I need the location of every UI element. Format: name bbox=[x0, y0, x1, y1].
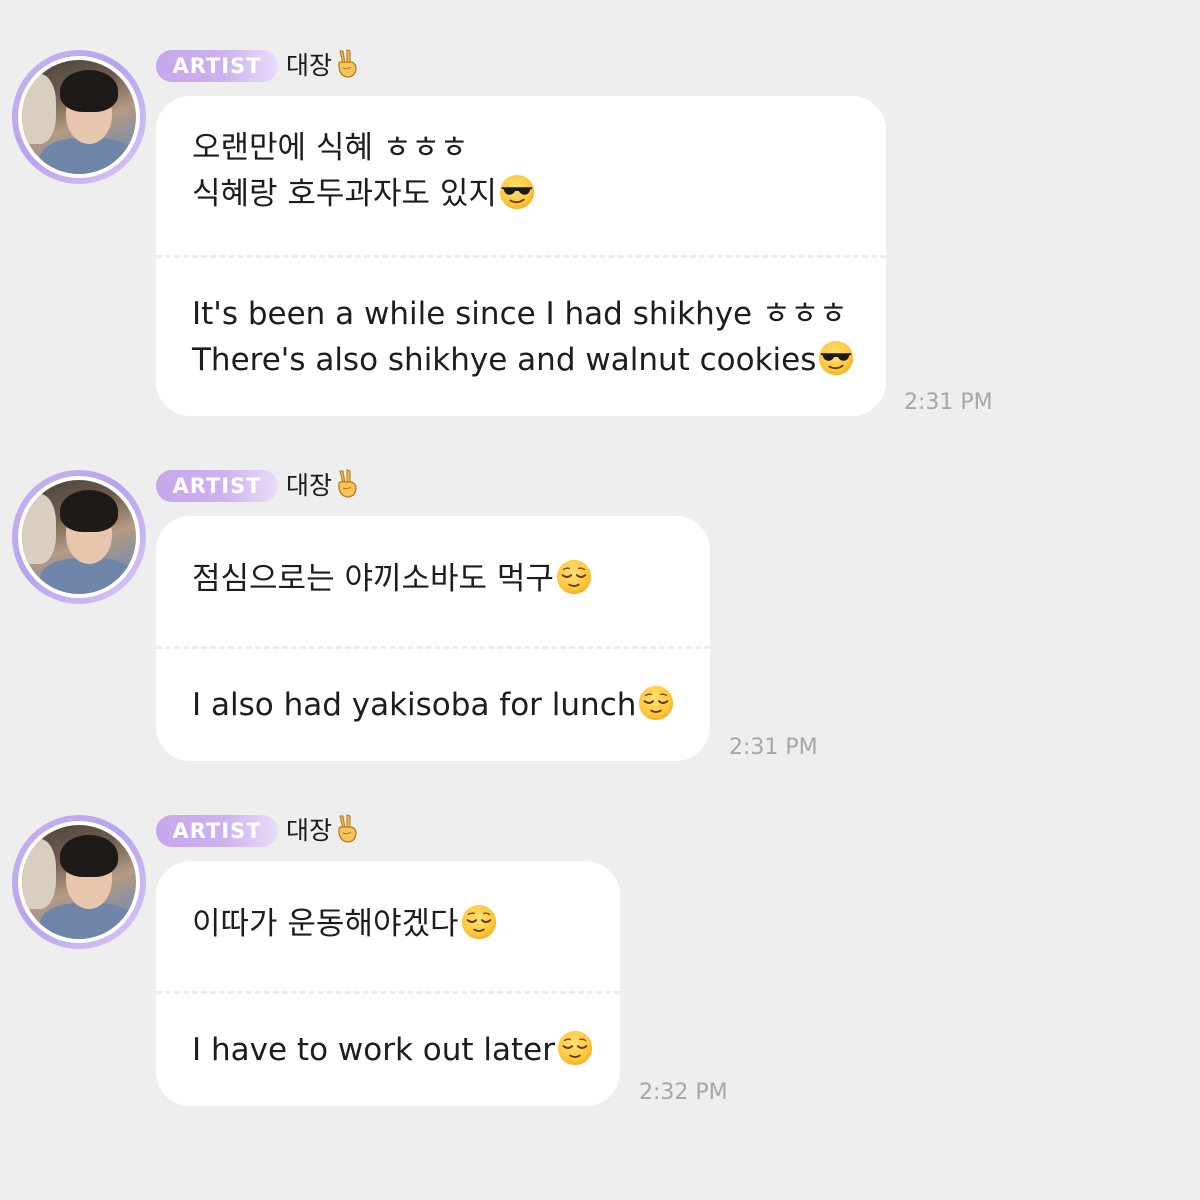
relieved-face-icon bbox=[637, 684, 675, 722]
sender-name-row[interactable]: 대장 bbox=[286, 468, 359, 504]
sender-name-row[interactable]: 대장 bbox=[286, 48, 359, 84]
translation-line-with-emoji: I have to work out later bbox=[192, 1027, 594, 1073]
artist-badge: ARTIST bbox=[156, 470, 278, 502]
relieved-face-icon bbox=[555, 558, 593, 596]
message-timestamp: 2:31 PM bbox=[729, 735, 818, 760]
victory-hand-icon bbox=[335, 49, 359, 79]
sender-name: 대장 bbox=[286, 471, 333, 500]
sender-name: 대장 bbox=[286, 816, 333, 845]
relieved-face-icon bbox=[556, 1029, 594, 1067]
message-line-with-emoji: 이따가 운동해야겠다 bbox=[192, 901, 498, 947]
profile-photo bbox=[22, 60, 136, 174]
sunglasses-face-icon bbox=[817, 339, 855, 377]
translation-line: It's been a while since I had shikhye ㅎㅎ… bbox=[192, 296, 848, 332]
translation-line-with-emoji: There's also shikhye and walnut cookies bbox=[192, 337, 855, 383]
profile-photo bbox=[22, 480, 136, 594]
original-text: 점심으로는 야끼소바도 먹구 bbox=[192, 556, 593, 602]
translation-line-with-emoji: I also had yakisoba for lunch bbox=[192, 682, 675, 728]
translation-divider bbox=[156, 646, 710, 649]
translated-text: It's been a while since I had shikhye ㅎㅎ… bbox=[192, 291, 855, 383]
message-bubble[interactable]: 이따가 운동해야겠다 I have to work out later bbox=[156, 861, 620, 1106]
original-text: 이따가 운동해야겠다 bbox=[192, 901, 498, 947]
victory-hand-icon bbox=[335, 469, 359, 499]
message-line-with-emoji: 점심으로는 야끼소바도 먹구 bbox=[192, 556, 593, 602]
translated-text: I have to work out later bbox=[192, 1027, 594, 1073]
translation-divider bbox=[156, 991, 620, 994]
avatar[interactable] bbox=[12, 50, 146, 184]
message-line-with-emoji: 식혜랑 호두과자도 있지 bbox=[192, 171, 536, 217]
artist-badge: ARTIST bbox=[156, 815, 278, 847]
message-timestamp: 2:32 PM bbox=[639, 1080, 728, 1105]
message-line: 오랜만에 식혜 ㅎㅎㅎ bbox=[192, 130, 469, 166]
message-bubble[interactable]: 점심으로는 야끼소바도 먹구 I also had yakisoba for l… bbox=[156, 516, 710, 761]
profile-photo bbox=[22, 825, 136, 939]
relieved-face-icon bbox=[460, 903, 498, 941]
sender-name: 대장 bbox=[286, 51, 333, 80]
avatar[interactable] bbox=[12, 470, 146, 604]
victory-hand-icon bbox=[335, 814, 359, 844]
message-timestamp: 2:31 PM bbox=[904, 390, 993, 415]
artist-badge: ARTIST bbox=[156, 50, 278, 82]
translated-text: I also had yakisoba for lunch bbox=[192, 682, 675, 728]
original-text: 오랜만에 식혜 ㅎㅎㅎ 식혜랑 호두과자도 있지 bbox=[192, 125, 536, 217]
translation-divider bbox=[156, 255, 886, 258]
message-bubble[interactable]: 오랜만에 식혜 ㅎㅎㅎ 식혜랑 호두과자도 있지 It's been a whi… bbox=[156, 96, 886, 416]
avatar[interactable] bbox=[12, 815, 146, 949]
sunglasses-face-icon bbox=[498, 173, 536, 211]
sender-name-row[interactable]: 대장 bbox=[286, 813, 359, 849]
